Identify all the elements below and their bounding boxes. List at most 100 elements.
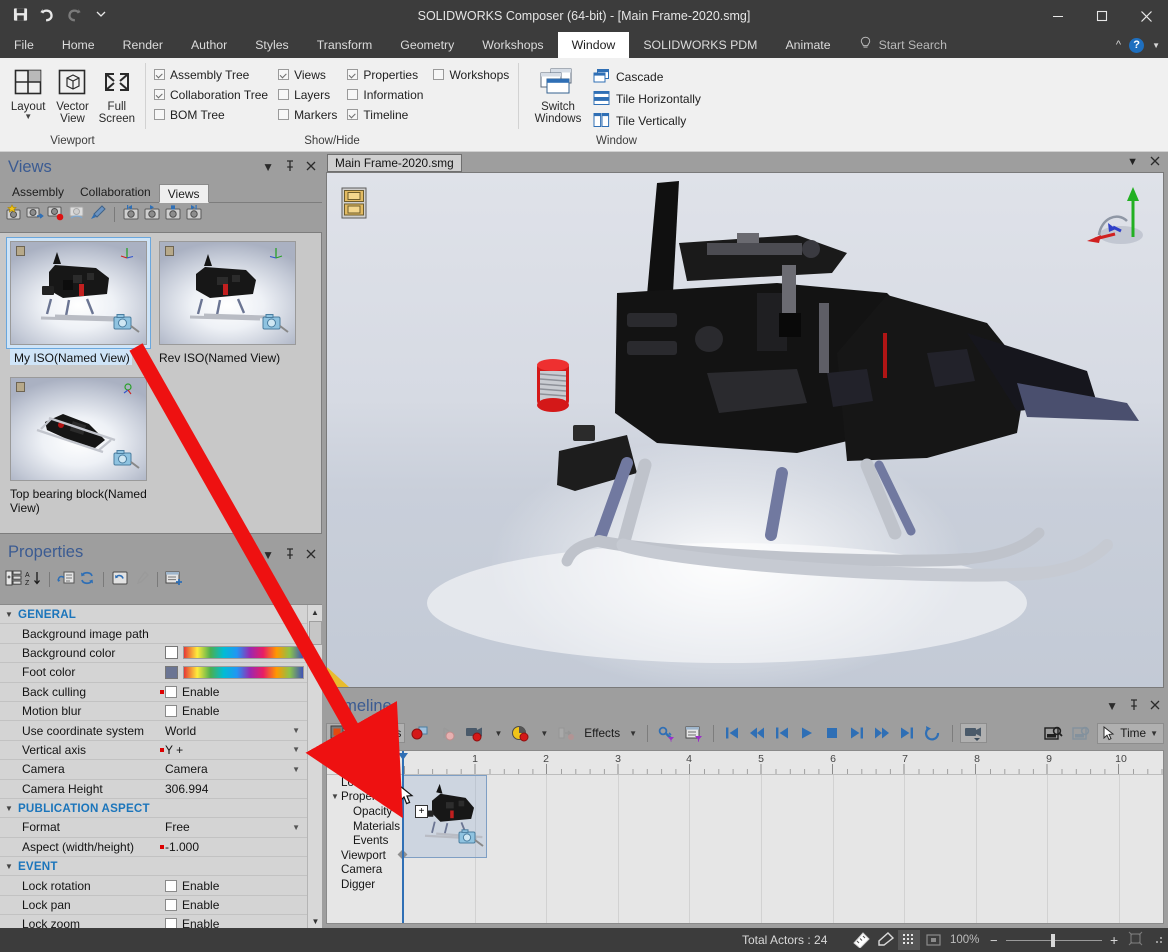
menu-item-transform[interactable]: Transform [303, 32, 387, 58]
tab-collaboration[interactable]: Collaboration [72, 183, 159, 202]
timeline-track-properties[interactable]: ▼ Properties [327, 790, 1163, 805]
property-value[interactable]: Camera ▼ [165, 760, 304, 779]
color-spectrum[interactable] [183, 665, 304, 679]
timeline-track-events[interactable]: Events [327, 833, 1163, 848]
properties-panel-close-icon[interactable] [306, 549, 316, 561]
rewind-button[interactable] [746, 723, 768, 743]
menu-item-author[interactable]: Author [177, 32, 241, 58]
camera-key-button[interactable] [462, 723, 488, 743]
property-value[interactable]: World ▼ [165, 721, 304, 740]
checkbox-information[interactable]: Information [347, 86, 423, 103]
properties-category-event[interactable]: ▼ EVENT [0, 857, 322, 877]
switch-windows-button[interactable]: Switch Windows [527, 62, 589, 125]
properties-category-general[interactable]: ▼ GENERAL [0, 605, 322, 625]
resize-grip-icon[interactable] [1152, 933, 1164, 948]
property-row-foot-color[interactable]: Foot color [0, 663, 322, 683]
effects-dropdown[interactable]: ▼ [626, 723, 640, 743]
timeline-mode-button[interactable]: Time ▼ [1097, 722, 1164, 744]
property-row-camera[interactable]: Camera Camera ▼ [0, 760, 322, 780]
tab-views[interactable]: Views [158, 184, 209, 203]
step-back-button[interactable] [771, 723, 793, 743]
refresh-views-icon[interactable] [68, 204, 86, 224]
loop-button[interactable] [921, 723, 945, 743]
menu-item-animate[interactable]: Animate [771, 32, 844, 58]
help-dropdown-icon[interactable]: ▼ [1152, 41, 1160, 50]
menu-item-home[interactable]: Home [48, 32, 109, 58]
property-value[interactable]: Enable [165, 682, 304, 701]
zoom-fit-button[interactable] [1128, 931, 1143, 949]
property-value[interactable]: 306.994 [165, 779, 304, 798]
go-to-end-button[interactable] [896, 723, 918, 743]
color-key-dropdown[interactable]: ▼ [537, 723, 551, 743]
remove-timeline-marker-button[interactable] [1069, 723, 1094, 743]
filter-list-button[interactable] [682, 723, 706, 743]
measure-icon[interactable] [850, 930, 872, 950]
close-button[interactable] [1124, 0, 1168, 32]
create-view-icon[interactable] [5, 204, 23, 224]
menu-item-workshops[interactable]: Workshops [468, 32, 557, 58]
menu-item-file[interactable]: File [0, 32, 48, 58]
timeline-track-viewport[interactable]: Viewport [327, 848, 1163, 863]
motion-blur-checkbox[interactable] [165, 705, 177, 718]
view-item-top-bearing-block[interactable]: Top bearing block(Named View) [6, 373, 151, 515]
timeline-track-materials[interactable]: Materials [327, 819, 1163, 834]
property-row-format[interactable]: Format Free ▼ [0, 818, 322, 838]
property-value[interactable] [165, 663, 304, 682]
camera-key-dropdown[interactable]: ▼ [491, 723, 505, 743]
add-property-icon[interactable] [165, 570, 183, 589]
property-row-vertical-axis[interactable]: Vertical axis Y + ▼ [0, 741, 322, 761]
property-row-lock-rotation[interactable]: Lock rotation Enable [0, 876, 322, 896]
track-expand-icon[interactable]: ▼ [331, 792, 339, 801]
tile-horizontally-button[interactable]: Tile Horizontally [593, 89, 701, 109]
property-value[interactable]: Enable [165, 915, 304, 928]
chevron-down-icon[interactable]: ▼ [292, 745, 300, 754]
update-view-with-camera-icon[interactable] [26, 204, 44, 224]
auto-keys-button[interactable]: Auto-Keys [326, 723, 406, 743]
categorized-icon[interactable] [5, 570, 22, 589]
foot-color-swatch[interactable] [165, 665, 178, 679]
property-row-background-image-path[interactable]: Background image path [0, 624, 322, 644]
viewport-dropdown-icon[interactable]: ▼ [1127, 156, 1138, 168]
play-button[interactable] [796, 723, 818, 743]
checkbox-workshops[interactable]: Workshops [433, 66, 509, 83]
playhead-line[interactable] [402, 751, 404, 923]
document-tab[interactable]: Main Frame-2020.smg [327, 154, 462, 172]
apply-to-icon[interactable] [57, 570, 75, 589]
paint-icon[interactable] [874, 930, 896, 950]
properties-panel-dropdown-icon[interactable]: ▼ [262, 549, 274, 561]
lock-zoom-checkbox[interactable] [165, 918, 177, 928]
reset-icon[interactable] [111, 570, 129, 589]
property-value[interactable]: -1.000 [165, 837, 304, 856]
go-to-last-view-icon[interactable] [185, 204, 203, 224]
color-key-button[interactable] [508, 723, 534, 743]
checkbox-views[interactable]: Views [278, 66, 337, 83]
viewport-3d[interactable] [326, 172, 1164, 688]
effects-button[interactable]: Effects [581, 723, 623, 743]
back-culling-checkbox[interactable] [165, 685, 177, 698]
go-to-start-button[interactable] [721, 723, 743, 743]
view-item-my-iso[interactable]: My ISO(Named View) [6, 237, 151, 365]
cascade-button[interactable]: Cascade [593, 67, 701, 87]
timeline-track-location[interactable]: Location [327, 775, 1163, 790]
scroll-up-icon[interactable]: ▲ [308, 605, 322, 620]
help-icon[interactable]: ? [1129, 37, 1145, 53]
bounding-box-icon[interactable] [922, 930, 944, 950]
fil\ter-keys-button[interactable] [655, 723, 679, 743]
timeline-dropdown-icon[interactable]: ▼ [1106, 699, 1118, 713]
checkbox-assembly-tree[interactable]: Assembly Tree [154, 66, 268, 83]
viewport-close-icon[interactable] [1150, 156, 1160, 169]
scroll-down-icon[interactable]: ▼ [308, 914, 322, 928]
timeline-track-digger[interactable]: Digger [327, 877, 1163, 892]
chevron-down-icon[interactable]: ▼ [292, 726, 300, 735]
event-key-button[interactable] [554, 723, 578, 743]
add-timeline-marker-button[interactable] [1041, 723, 1066, 743]
zoom-out-button[interactable]: − [990, 933, 998, 948]
timeline-expand-icon[interactable] [339, 755, 353, 769]
property-row-motion-blur[interactable]: Motion blur Enable [0, 702, 322, 722]
views-panel-close-icon[interactable] [306, 161, 316, 173]
zoom-slider[interactable] [1006, 930, 1102, 950]
property-value[interactable]: Free ▼ [165, 818, 304, 837]
property-row-camera-height[interactable]: Camera Height 306.994 [0, 780, 322, 799]
grid-icon[interactable] [898, 930, 920, 950]
properties-panel-pin-icon[interactable] [285, 548, 295, 562]
